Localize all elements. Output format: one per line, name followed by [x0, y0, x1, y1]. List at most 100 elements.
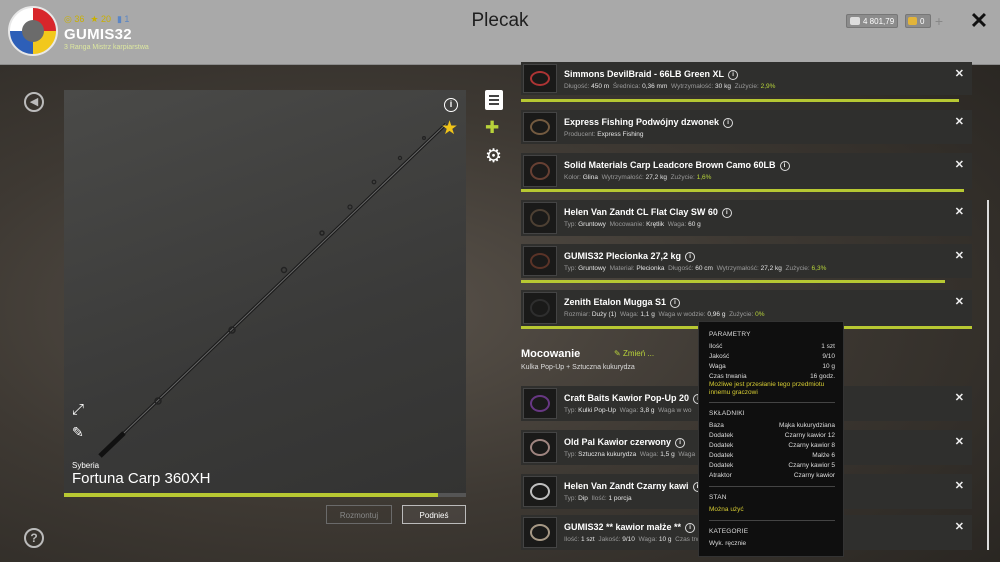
prop-value: 2,9% [760, 83, 776, 90]
info-icon[interactable]: i [723, 118, 734, 128]
param-row: Waga 10 g [709, 363, 835, 370]
remove-icon[interactable]: ✕ [955, 479, 964, 492]
prop-label: Typ: [564, 495, 577, 502]
item-name-text: GUMIS32 Plecionka 27,2 kg [564, 251, 682, 261]
prop-value: Kulki Pop-Up [578, 407, 617, 414]
prop-value: 30 kg [715, 83, 731, 90]
mount-subtitle: Kulka Pop-Up + Sztuczna kukurydza [521, 364, 635, 371]
param-value: 16 godz. [810, 373, 835, 380]
category-title: KATEGORIE [709, 528, 749, 535]
prop-label: Wytrzymałość: [716, 265, 759, 272]
prop-value: 9/10 [622, 536, 635, 543]
rod-name: Fortuna Carp 360XH [72, 470, 211, 487]
item-name: Zenith Etalon Mugga S1 i [564, 297, 681, 308]
remove-icon[interactable]: ✕ [955, 249, 964, 262]
info-icon[interactable]: i [728, 70, 739, 80]
document-icon[interactable] [485, 90, 503, 110]
item-thumbnail [523, 155, 557, 187]
info-icon[interactable]: i [670, 298, 681, 308]
info-icon[interactable]: i [685, 252, 696, 262]
ingredient-type: Dodatek [709, 462, 734, 469]
item-name: GUMIS32 ** kawior małże ** i [564, 522, 696, 533]
prop-value: 1,6% [696, 174, 712, 181]
item-thumbnail [523, 246, 557, 276]
close-button[interactable]: ✕ [966, 8, 992, 34]
favorite-star-icon[interactable]: ★ [441, 117, 458, 140]
puzzle-icon[interactable]: ✚ [485, 119, 503, 137]
remove-icon[interactable]: ✕ [955, 435, 964, 448]
prop-label: Waga: [667, 221, 687, 228]
disassemble-button[interactable]: Rozmontuj [326, 505, 392, 524]
remove-icon[interactable]: ✕ [955, 391, 964, 404]
equipment-item[interactable]: GUMIS32 Plecionka 27,2 kg i Typ: Gruntowy… [521, 244, 972, 278]
rod-preview [64, 90, 466, 496]
equipment-item[interactable]: Helen Van Zandt CL Flat Clay SW 60 i Typ:… [521, 200, 972, 236]
item-properties: Ilość: 1 szt Jakość: 9/10 Waga: 10 g Cza… [564, 536, 708, 543]
prop-value: Dip [578, 495, 588, 502]
ingredients-title: SKŁADNIKI [709, 410, 745, 417]
help-button[interactable]: ? [24, 528, 44, 548]
scrollbar[interactable] [987, 200, 989, 550]
info-icon[interactable]: i [675, 438, 686, 448]
prop-value: Express Fishing [597, 131, 644, 138]
equipment-item[interactable]: Simmons DevilBraid - 66LB Green XL i Dług… [521, 62, 972, 95]
info-icon[interactable]: i [444, 98, 458, 112]
remove-icon[interactable]: ✕ [955, 158, 964, 171]
item-name-text: Simmons DevilBraid - 66LB Green XL [564, 69, 725, 79]
item-thumbnail [523, 388, 557, 419]
item-name: Helen Van Zandt Czarny kawii [564, 481, 703, 492]
category-value: Wyk. ręcznie [709, 540, 747, 547]
prop-label: Typ: [564, 221, 577, 228]
change-mount-link[interactable]: ✎ Zmień ... [614, 349, 654, 358]
item-thumbnail [523, 64, 557, 93]
remove-icon[interactable]: ✕ [955, 67, 964, 80]
item-properties: Producent: Express Fishing [564, 131, 645, 138]
player-rank: 3 Ranga Mistrz karpiarstwa [64, 44, 149, 51]
prop-value: 0% [755, 311, 765, 318]
add-gold-button[interactable]: + [931, 14, 947, 30]
item-properties: Długość: 450 m Średnica: 0,36 mm Wytrzym… [564, 83, 777, 90]
remove-icon[interactable]: ✕ [955, 295, 964, 308]
param-label: Ilość [709, 343, 723, 350]
item-name: Express Fishing Podwójny dzwonek i [564, 117, 734, 128]
prop-label: Ilość: [564, 536, 580, 543]
item-thumbnail [523, 476, 557, 507]
ingredient-type: Dodatek [709, 442, 734, 449]
item-name: Simmons DevilBraid - 66LB Green XL i [564, 69, 739, 80]
remove-icon[interactable]: ✕ [955, 115, 964, 128]
prop-value: 3,8 g [640, 407, 655, 414]
expand-icon[interactable]: ⤢ [72, 402, 88, 418]
divider [709, 486, 835, 487]
prop-label: Waga w wodzie: [658, 311, 706, 318]
info-icon[interactable]: i [685, 523, 696, 533]
item-properties: Kolor: Glina Wytrzymałość: 27,2 kg Zużyc… [564, 174, 713, 181]
item-name-text: Craft Baits Kawior Pop-Up 20 [564, 393, 690, 403]
pick-up-button[interactable]: Podnieś [402, 505, 466, 524]
prop-label: Rozmiar: [564, 311, 591, 318]
item-name: Craft Baits Kawior Pop-Up 20i [564, 393, 704, 404]
prop-value: 10 g [658, 536, 672, 543]
remove-icon[interactable]: ✕ [955, 520, 964, 533]
state-value: Można użyć [709, 506, 744, 513]
prop-value: 27,2 kg [760, 265, 782, 272]
item-name: Helen Van Zandt CL Flat Clay SW 60 i [564, 207, 732, 218]
ingredient-name: Czarny kawior 5 [788, 462, 835, 469]
info-icon[interactable]: i [779, 161, 790, 171]
prop-label: Wytrzymałość: [601, 174, 644, 181]
prop-label: Typ: [564, 407, 577, 414]
prop-value: Sztuczna kukurydza [578, 451, 637, 458]
equipment-item[interactable]: Solid Materials Carp Leadcore Brown Camo… [521, 153, 972, 189]
condition-bar-fill [64, 493, 438, 497]
edit-icon[interactable]: ✎ [72, 424, 88, 440]
wallet-icon [850, 17, 860, 25]
gear-icon[interactable]: ⚙ [485, 147, 503, 166]
prop-label: Zużycie: [670, 174, 695, 181]
back-button[interactable]: ◀ [24, 92, 44, 112]
info-icon[interactable]: i [721, 208, 732, 218]
ingredient-name: Czarny kawior [793, 472, 835, 479]
remove-icon[interactable]: ✕ [955, 205, 964, 218]
item-name-text: Old Pal Kawior czerwony [564, 437, 672, 447]
ingredient-type: Dodatek [709, 432, 734, 439]
prop-label: Waga: [619, 407, 639, 414]
equipment-item[interactable]: Express Fishing Podwójny dzwonek i Produc… [521, 110, 972, 144]
